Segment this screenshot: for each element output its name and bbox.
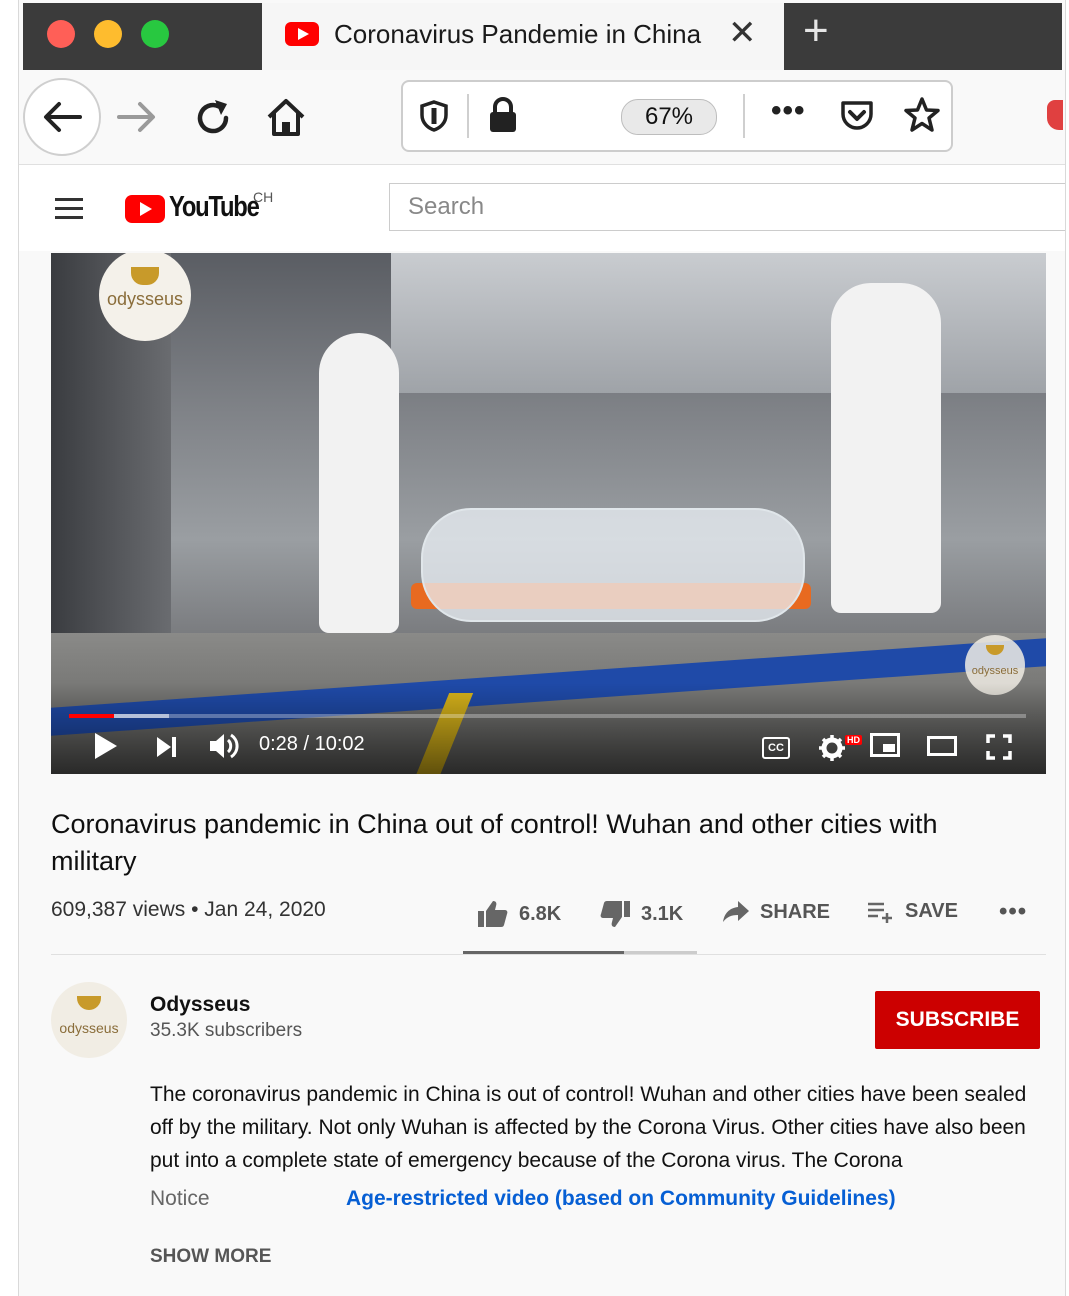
video-frame-background [391,253,1046,393]
channel-avatar[interactable]: odysseus [51,982,127,1058]
channel-watermark: odysseus [99,253,191,341]
progress-played [69,714,114,718]
minimize-window-button[interactable] [94,20,122,48]
maximize-window-button[interactable] [141,20,169,48]
more-actions-icon[interactable]: ••• [999,898,1027,926]
video-frame-figure [319,333,399,633]
watermark-text: odysseus [106,289,184,309]
share-arrow-icon [723,901,749,922]
controls-gradient [51,683,1046,774]
miniplayer-icon[interactable] [870,733,900,757]
url-separator [743,94,745,138]
reload-icon[interactable] [193,98,233,138]
theater-mode-icon[interactable] [927,736,957,756]
progress-bar[interactable] [69,714,1026,718]
search-input[interactable]: Search [389,183,1065,231]
time-display: 0:28 / 10:02 [259,733,365,755]
meta-dot: • [191,898,205,921]
save-label: SAVE [905,900,958,922]
extension-shield-icon[interactable] [1047,100,1063,130]
subscriber-count: 35.3K subscribers [150,1020,303,1041]
menu-icon[interactable] [55,198,83,225]
video-description: The coronavirus pandemic in China is out… [150,1083,1027,1172]
share-label: SHARE [760,900,831,923]
view-count: 609,387 views [51,898,186,921]
address-bar[interactable]: 67% ••• [401,80,953,152]
upload-date: Jan 24, 2020 [204,898,326,921]
like-count: 6.8K [519,902,562,925]
browser-window: Coronavirus Pandemie in China ✕ + 67% ••… [18,0,1066,1296]
ship-icon [131,267,159,285]
watermark-text: odysseus [971,665,1019,677]
captions-icon[interactable]: CC [762,737,790,759]
close-window-button[interactable] [47,20,75,48]
save-button[interactable]: SAVE [867,900,958,923]
volume-icon[interactable] [207,729,241,763]
hd-badge: HD [845,735,862,745]
tab-strip: Coronavirus Pandemie in China ✕ + [23,3,1062,70]
show-more-button[interactable]: SHOW MORE [150,1246,271,1268]
country-code: CH [253,189,274,205]
tracking-protection-shield-icon[interactable] [419,100,449,132]
add-to-playlist-icon [868,902,892,923]
notice-label: Notice [150,1187,210,1210]
subscribe-button[interactable]: SUBSCRIBE [875,991,1040,1049]
new-tab-icon[interactable]: + [803,6,829,56]
tab-title: Coronavirus Pandemie in China [334,19,702,49]
like-button[interactable]: 6.8K [477,900,561,928]
age-restriction-link[interactable]: Age-restricted video (based on Community… [346,1187,896,1211]
play-icon[interactable] [93,731,119,761]
video-player[interactable]: odysseus odysseus 0:28 / 10:02 CC HD [51,253,1046,774]
lock-icon[interactable] [487,96,519,134]
youtube-masthead: YouTube CH Search [19,165,1065,251]
next-icon[interactable] [155,735,179,759]
thumbs-down-icon [600,901,630,927]
ship-icon [77,996,101,1010]
thumbs-up-icon [478,901,508,927]
home-icon[interactable] [265,96,307,138]
close-tab-icon[interactable]: ✕ [728,13,757,53]
youtube-logo-icon[interactable] [125,195,165,223]
bookmark-star-icon[interactable] [903,96,941,134]
youtube-favicon-icon [285,22,319,46]
page-actions-menu-icon[interactable]: ••• [771,94,806,128]
zoom-level-indicator[interactable]: 67% [621,99,717,135]
ship-icon [986,645,1004,655]
navigation-bar: 67% ••• [19,70,1065,165]
channel-name[interactable]: Odysseus [150,993,250,1017]
back-arrow-icon [44,102,82,132]
video-frame-isolation-pod [421,508,805,622]
youtube-wordmark[interactable]: YouTube [169,191,260,224]
dislike-count: 3.1K [641,902,684,925]
fullscreen-icon[interactable] [986,734,1012,760]
forward-arrow-icon[interactable] [117,100,157,134]
video-frame-figure [831,283,941,613]
avatar-text: odysseus [59,1020,119,1036]
video-meta: 609,387 views • Jan 24, 2020 [51,898,326,922]
settings-gear-icon[interactable] [819,735,845,761]
video-title: Coronavirus pandemic in China out of con… [51,809,938,876]
dislike-button[interactable]: 3.1K [599,900,683,928]
section-divider [51,954,1046,955]
active-tab[interactable]: Coronavirus Pandemie in China ✕ [262,3,784,70]
share-button[interactable]: SHARE [722,900,830,924]
pocket-icon[interactable] [839,98,875,134]
back-button[interactable] [23,78,101,156]
url-separator [467,94,469,138]
